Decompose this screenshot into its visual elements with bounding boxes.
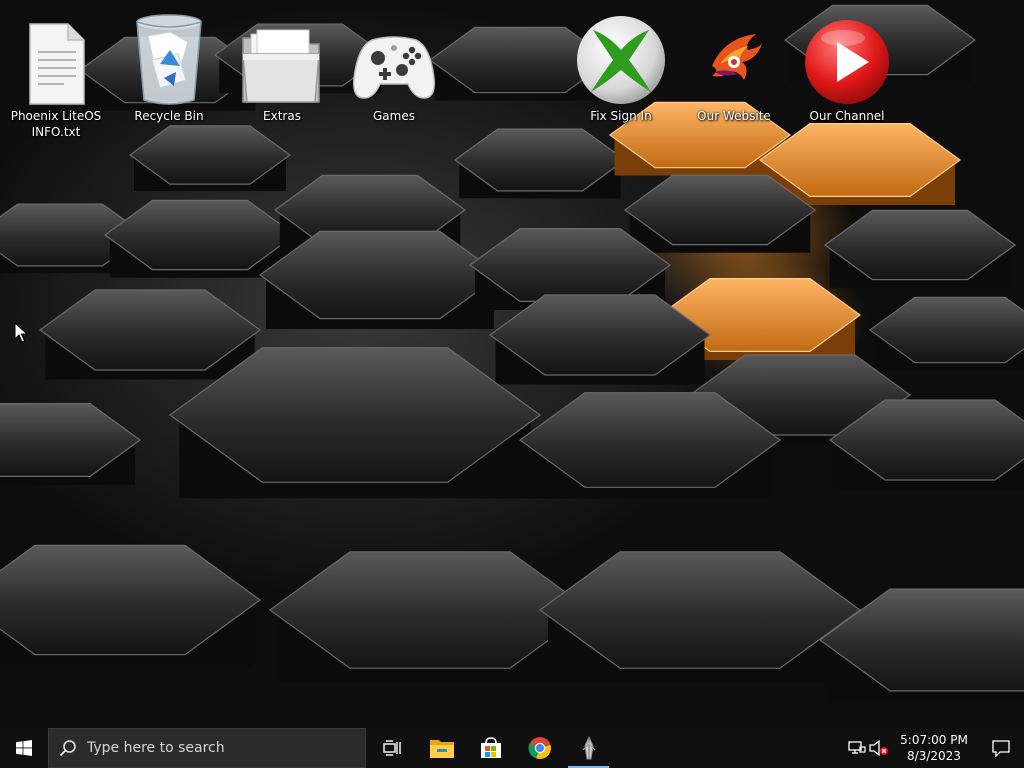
chrome-button[interactable] (515, 728, 564, 768)
file-explorer-button[interactable] (417, 728, 466, 768)
desktop-icon-label: Phoenix LiteOS INFO.txt (10, 109, 102, 139)
desktop[interactable]: Phoenix LiteOS INFO.txt Recycle Bin Extr… (0, 0, 1024, 728)
desktop-icon-recycle-bin[interactable]: Recycle Bin (121, 6, 217, 142)
folder-icon (242, 29, 320, 103)
xbox-icon (577, 16, 665, 104)
network-icon (848, 741, 866, 754)
volume-muted-icon (869, 740, 888, 756)
chrome-icon (527, 737, 551, 760)
text-file-icon (29, 23, 85, 105)
clock-date: 8/3/2023 (907, 749, 961, 763)
recycle-bin-icon (136, 14, 202, 105)
desktop-icon-phoenix-info[interactable]: Phoenix LiteOS INFO.txt (8, 6, 104, 142)
clock-time: 5:07:00 PM (900, 733, 968, 747)
system-tray: 5:07:00 PM 8/3/2023 (846, 728, 1024, 768)
desktop-icon-our-channel[interactable]: Our Channel (799, 6, 895, 142)
search-box[interactable]: Type here to search (48, 728, 366, 768)
capture-tool-icon (582, 736, 595, 760)
play-button-icon (805, 20, 889, 104)
capture-tool-button[interactable] (564, 728, 613, 768)
phoenix-logo-icon (712, 34, 762, 80)
desktop-icon-label: Recycle Bin (134, 109, 204, 123)
task-view-icon (382, 740, 401, 756)
desktop-icon-label: Games (373, 109, 415, 123)
taskbar-clock[interactable]: 5:07:00 PM 8/3/2023 (896, 732, 972, 764)
start-button[interactable] (0, 728, 48, 768)
desktop-icon-extras[interactable]: Extras (234, 6, 330, 142)
microsoft-store-button[interactable] (466, 728, 515, 768)
file-explorer-icon (429, 740, 454, 758)
store-icon (480, 737, 501, 758)
network-button[interactable] (846, 728, 868, 768)
mouse-pointer-icon (14, 322, 28, 343)
action-center-button[interactable] (978, 728, 1024, 768)
desktop-icon-label: Our Website (697, 109, 771, 123)
search-placeholder: Type here to search (87, 740, 225, 756)
volume-button[interactable] (868, 728, 890, 768)
search-icon (59, 740, 76, 757)
desktop-icon-label: Fix Sign In (590, 109, 652, 123)
game-controller-icon (352, 36, 436, 99)
windows-logo-icon (16, 740, 32, 756)
taskbar: Type here to search 5:07:00 PM 8/3/2023 (0, 728, 1024, 768)
desktop-icon-label: Our Channel (809, 109, 885, 123)
action-center-icon (992, 740, 1010, 757)
task-view-button[interactable] (368, 728, 417, 768)
desktop-icon-fix-sign-in[interactable]: Fix Sign In (573, 6, 669, 142)
desktop-icon-our-website[interactable]: Our Website (686, 6, 782, 142)
desktop-icon-label: Extras (263, 109, 301, 123)
desktop-icon-games[interactable]: Games (346, 6, 442, 142)
